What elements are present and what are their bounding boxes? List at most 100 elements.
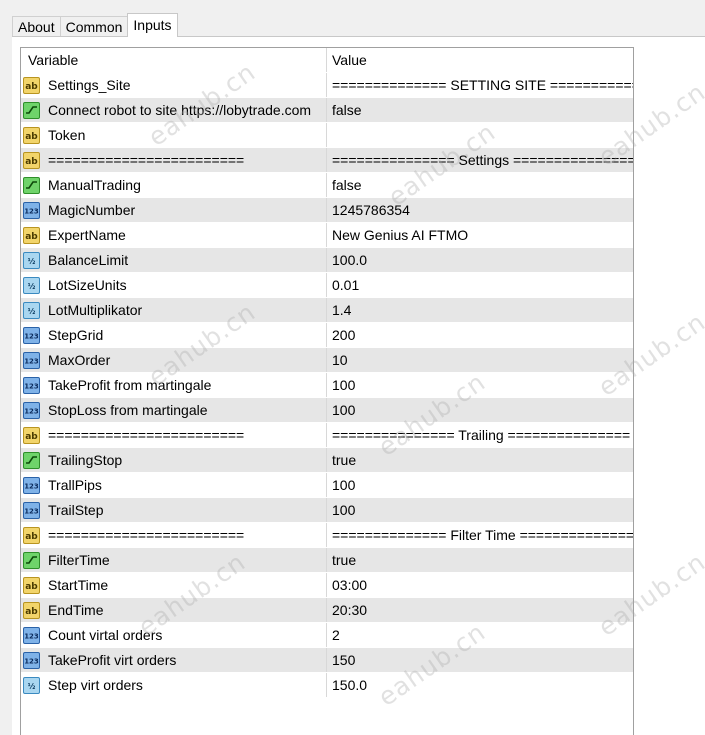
variable-cell[interactable]: 123 MaxOrder [21,348,327,372]
table-row[interactable]: TrailingStop true [21,448,633,473]
variable-cell[interactable]: ab ======================== [21,523,327,547]
value-cell[interactable]: 150.0 [327,673,633,697]
value-cell[interactable]: 100 [327,373,633,397]
value-cell[interactable]: ============== Filter Time =============… [327,523,633,547]
table-row[interactable]: 123 StopLoss from martingale 100 [21,398,633,423]
variable-cell[interactable]: 123 Count virtal orders [21,623,327,647]
inputs-panel: Variable Value ab Settings_Site ==========… [12,36,705,735]
value-cell[interactable]: New Genius AI FTMO [327,223,633,247]
value-cell[interactable]: 1.4 [327,298,633,322]
variable-cell[interactable]: 123 MagicNumber [21,198,327,222]
variable-name: ExpertName [48,227,126,243]
table-row[interactable]: 123 TakeProfit virt orders 150 [21,648,633,673]
value-cell[interactable]: 0.01 [327,273,633,297]
table-row[interactable]: ½ LotMultiplikator 1.4 [21,298,633,323]
value-cell[interactable]: true [327,548,633,572]
column-header-value[interactable]: Value [327,48,367,72]
table-row[interactable]: Connect robot to site https://lobytrade.… [21,98,633,123]
table-row[interactable]: ab EndTime 20:30 [21,598,633,623]
variable-cell[interactable]: ab ======================== [21,423,327,447]
table-row[interactable]: 123 TrailStep 100 [21,498,633,523]
table-row[interactable]: 123 TakeProfit from martingale 100 [21,373,633,398]
variable-cell[interactable]: ab Settings_Site [21,73,327,97]
variable-name: LotSizeUnits [48,277,127,293]
table-row[interactable]: ½ Step virt orders 150.0 [21,673,633,698]
table-row[interactable]: ab Settings_Site ============== SETTING SI… [21,73,633,98]
tab-about[interactable]: About [12,16,61,37]
value-cell[interactable]: 100 [327,473,633,497]
variable-cell[interactable]: ab StartTime [21,573,327,597]
integer-type-icon: 123 [23,401,40,419]
tab-common[interactable]: Common [59,16,129,37]
table-row[interactable]: ½ BalanceLimit 100.0 [21,248,633,273]
value-cell[interactable]: true [327,448,633,472]
value-cell[interactable]: 100.0 [327,248,633,272]
variable-cell[interactable]: ½ LotSizeUnits [21,273,327,297]
table-row[interactable]: ManualTrading false [21,173,633,198]
table-row[interactable]: ab ======================== ==============… [21,423,633,448]
table-row[interactable]: ab ======================== ==============… [21,148,633,173]
table-row[interactable]: 123 Count virtal orders 2 [21,623,633,648]
value-cell[interactable]: false [327,98,633,122]
variable-cell[interactable]: ab ExpertName [21,223,327,247]
value-cell[interactable]: 10 [327,348,633,372]
variable-cell[interactable]: 123 TakeProfit from martingale [21,373,327,397]
variable-cell[interactable]: 123 TrailStep [21,498,327,522]
value-cell[interactable]: false [327,173,633,197]
table-row[interactable]: FilterTime true [21,548,633,573]
variable-cell[interactable]: ManualTrading [21,173,327,197]
variable-cell[interactable]: 123 StepGrid [21,323,327,347]
variable-cell[interactable]: ab EndTime [21,598,327,622]
value-cell[interactable]: =============== Trailing =============== [327,423,633,447]
variable-cell[interactable]: ½ BalanceLimit [21,248,327,272]
svg-text:ab: ab [25,607,38,617]
tab-inputs[interactable]: Inputs [127,13,178,37]
value-cell[interactable]: 2 [327,623,633,647]
table-row[interactable]: 123 MagicNumber 1245786354 [21,198,633,223]
table-row[interactable]: ab Token [21,123,633,148]
integer-type-icon: 123 [23,376,40,394]
svg-text:123: 123 [24,507,39,515]
variable-cell[interactable]: 123 TrallPips [21,473,327,497]
table-body: ab Settings_Site ============== SETTING SI… [21,73,633,698]
variable-cell[interactable]: ½ LotMultiplikator [21,298,327,322]
variable-cell[interactable]: TrailingStop [21,448,327,472]
string-type-icon: ab [23,151,40,169]
string-type-icon: ab [23,76,40,94]
value-cell[interactable]: 200 [327,323,633,347]
value-cell[interactable]: 100 [327,398,633,422]
column-header-variable[interactable]: Variable [21,48,327,72]
variable-cell[interactable]: 123 TakeProfit virt orders [21,648,327,672]
value-cell[interactable] [327,123,633,147]
table-row[interactable]: ab StartTime 03:00 [21,573,633,598]
value-cell[interactable]: ============== SETTING SITE ============… [327,73,633,97]
bool-type-icon [23,451,40,469]
variable-cell[interactable]: FilterTime [21,548,327,572]
value-cell[interactable]: 20:30 [327,598,633,622]
string-type-icon: ab [23,526,40,544]
value-cell[interactable]: 1245786354 [327,198,633,222]
integer-type-icon: 123 [23,476,40,494]
svg-text:½: ½ [28,681,36,690]
variable-cell[interactable]: ½ Step virt orders [21,673,327,697]
table-row[interactable]: ab ExpertName New Genius AI FTMO [21,223,633,248]
bool-type-icon [23,101,40,119]
table-row[interactable]: 123 MaxOrder 10 [21,348,633,373]
variable-cell[interactable]: ab Token [21,123,327,147]
table-row[interactable]: ab ======================== ==============… [21,523,633,548]
value-cell[interactable]: =============== Settings =============== [327,148,633,172]
variable-cell[interactable]: ab ======================== [21,148,327,172]
string-type-icon: ab [23,576,40,594]
variable-cell[interactable]: Connect robot to site https://lobytrade.… [21,98,327,122]
svg-text:ab: ab [25,82,38,92]
value-cell[interactable]: 03:00 [327,573,633,597]
svg-text:ab: ab [25,232,38,242]
value-cell[interactable]: 150 [327,648,633,672]
variable-cell[interactable]: 123 StopLoss from martingale [21,398,327,422]
svg-text:ab: ab [25,582,38,592]
table-row[interactable]: 123 StepGrid 200 [21,323,633,348]
inputs-table: Variable Value ab Settings_Site ==========… [20,47,634,735]
table-row[interactable]: 123 TrallPips 100 [21,473,633,498]
value-cell[interactable]: 100 [327,498,633,522]
table-row[interactable]: ½ LotSizeUnits 0.01 [21,273,633,298]
